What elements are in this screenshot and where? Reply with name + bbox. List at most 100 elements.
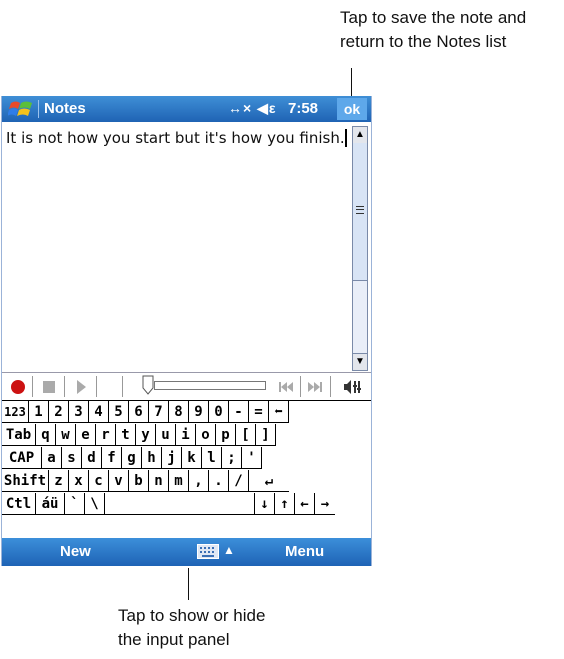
key-w[interactable]: w [56, 424, 76, 446]
menu-button[interactable]: Menu [285, 543, 324, 560]
key-right-bracket[interactable]: ] [256, 424, 276, 446]
key-1[interactable]: 1 [29, 401, 49, 423]
connectivity-volume-icons[interactable]: ↔× ◀ε [228, 100, 276, 117]
key-space[interactable] [105, 493, 255, 515]
key-m[interactable]: m [169, 470, 189, 492]
key-backspace[interactable]: ⬅ [269, 401, 289, 423]
key-right-arrow[interactable]: → [315, 493, 335, 515]
key-s[interactable]: s [62, 447, 82, 469]
key-v[interactable]: v [109, 470, 129, 492]
key-semicolon[interactable]: ; [222, 447, 242, 469]
key-minus[interactable]: - [229, 401, 249, 423]
input-panel-callout: Tap to show or hide the input panel [118, 604, 358, 652]
key-2[interactable]: 2 [49, 401, 69, 423]
key-f[interactable]: f [102, 447, 122, 469]
key-0[interactable]: 0 [209, 401, 229, 423]
text-cursor [344, 129, 347, 147]
recording-toolbar [2, 372, 371, 400]
key-d[interactable]: d [82, 447, 102, 469]
new-menu-button[interactable]: New [60, 543, 91, 560]
key-9[interactable]: 9 [189, 401, 209, 423]
vertical-scrollbar[interactable]: ▲ ▼ [352, 126, 368, 371]
key-quote[interactable]: ' [242, 447, 262, 469]
key-k[interactable]: k [182, 447, 202, 469]
key-g[interactable]: g [122, 447, 142, 469]
play-icon[interactable] [71, 376, 91, 396]
key-accents[interactable]: áü [36, 493, 65, 515]
toolbar-separator [64, 376, 65, 397]
key-down-arrow[interactable]: ↓ [255, 493, 275, 515]
key-123[interactable]: 123 [2, 401, 29, 423]
key-6[interactable]: 6 [129, 401, 149, 423]
soft-keyboard: 123 1 2 3 4 5 6 7 8 9 0 - = ⬅ Tab q w e … [2, 400, 371, 539]
volume-slider-track[interactable] [154, 381, 266, 390]
key-caps[interactable]: CAP [2, 447, 42, 469]
key-4[interactable]: 4 [89, 401, 109, 423]
title-bar: Notes ↔× ◀ε 7:58 ok [2, 96, 371, 122]
scroll-up-arrow-icon[interactable]: ▲ [353, 127, 367, 144]
key-enter[interactable]: ↵ [249, 470, 289, 492]
key-q[interactable]: q [36, 424, 56, 446]
key-5[interactable]: 5 [109, 401, 129, 423]
keyboard-row-numbers: 123 1 2 3 4 5 6 7 8 9 0 - = ⬅ [2, 401, 371, 424]
skip-forward-icon[interactable] [305, 376, 325, 396]
key-7[interactable]: 7 [149, 401, 169, 423]
key-left-arrow[interactable]: ← [295, 493, 315, 515]
scroll-down-arrow-icon[interactable]: ▼ [353, 353, 367, 370]
windows-start-icon[interactable] [8, 99, 34, 119]
key-j[interactable]: j [162, 447, 182, 469]
key-h[interactable]: h [142, 447, 162, 469]
key-up-arrow[interactable]: ↑ [275, 493, 295, 515]
key-shift[interactable]: Shift [2, 470, 49, 492]
key-8[interactable]: 8 [169, 401, 189, 423]
key-left-bracket[interactable]: [ [236, 424, 256, 446]
scroll-thumb[interactable] [353, 143, 367, 281]
key-z[interactable]: z [49, 470, 69, 492]
key-t[interactable]: t [116, 424, 136, 446]
key-l[interactable]: l [202, 447, 222, 469]
panel-callout-leader [188, 568, 189, 600]
key-c[interactable]: c [89, 470, 109, 492]
toolbar-separator [32, 376, 33, 397]
ok-callout-line2: return to the Notes list [340, 32, 507, 51]
keyboard-row-bottom: Ctl áü ` \ ↓ ↑ ← → [2, 493, 371, 516]
key-tab[interactable]: Tab [2, 424, 36, 446]
key-comma[interactable]: , [189, 470, 209, 492]
skip-back-icon[interactable] [276, 376, 296, 396]
volume-slider-thumb-icon[interactable] [142, 375, 154, 395]
keyboard-row-home: CAP a s d f g h j k l ; ' [2, 447, 371, 470]
clock[interactable]: 7:58 [288, 100, 318, 117]
key-b[interactable]: b [129, 470, 149, 492]
key-period[interactable]: . [209, 470, 229, 492]
ok-button[interactable]: ok [337, 98, 367, 120]
key-ctrl[interactable]: Ctl [2, 493, 36, 515]
toolbar-separator [300, 376, 301, 397]
key-r[interactable]: r [96, 424, 116, 446]
keyboard-row-qwerty: Tab q w e r t y u i o p [ ] [2, 424, 371, 447]
key-equals[interactable]: = [249, 401, 269, 423]
key-i[interactable]: i [176, 424, 196, 446]
ok-callout-line1: Tap to save the note and [340, 8, 527, 27]
key-y[interactable]: y [136, 424, 156, 446]
key-x[interactable]: x [69, 470, 89, 492]
key-e[interactable]: e [76, 424, 96, 446]
pocketpc-screen: Notes ↔× ◀ε 7:58 ok It is not how you st… [1, 96, 372, 566]
speaker-volume-icon[interactable] [342, 376, 362, 396]
key-backslash[interactable]: \ [85, 493, 105, 515]
input-panel-arrow-icon[interactable]: ▲ [223, 543, 235, 557]
key-u[interactable]: u [156, 424, 176, 446]
key-a[interactable]: a [42, 447, 62, 469]
key-p[interactable]: p [216, 424, 236, 446]
key-backtick[interactable]: ` [65, 493, 85, 515]
key-o[interactable]: o [196, 424, 216, 446]
key-3[interactable]: 3 [69, 401, 89, 423]
note-text-area[interactable]: It is not how you start but it's how you… [2, 122, 352, 371]
panel-callout-line1: Tap to show or hide [118, 606, 266, 625]
key-slash[interactable]: / [229, 470, 249, 492]
key-n[interactable]: n [149, 470, 169, 492]
record-icon[interactable] [8, 376, 28, 396]
ok-callout: Tap to save the note and return to the N… [340, 6, 564, 54]
keyboard-input-icon[interactable] [197, 544, 219, 559]
keyboard-row-shift: Shift z x c v b n m , . / ↵ [2, 470, 371, 493]
stop-icon[interactable] [39, 376, 59, 396]
